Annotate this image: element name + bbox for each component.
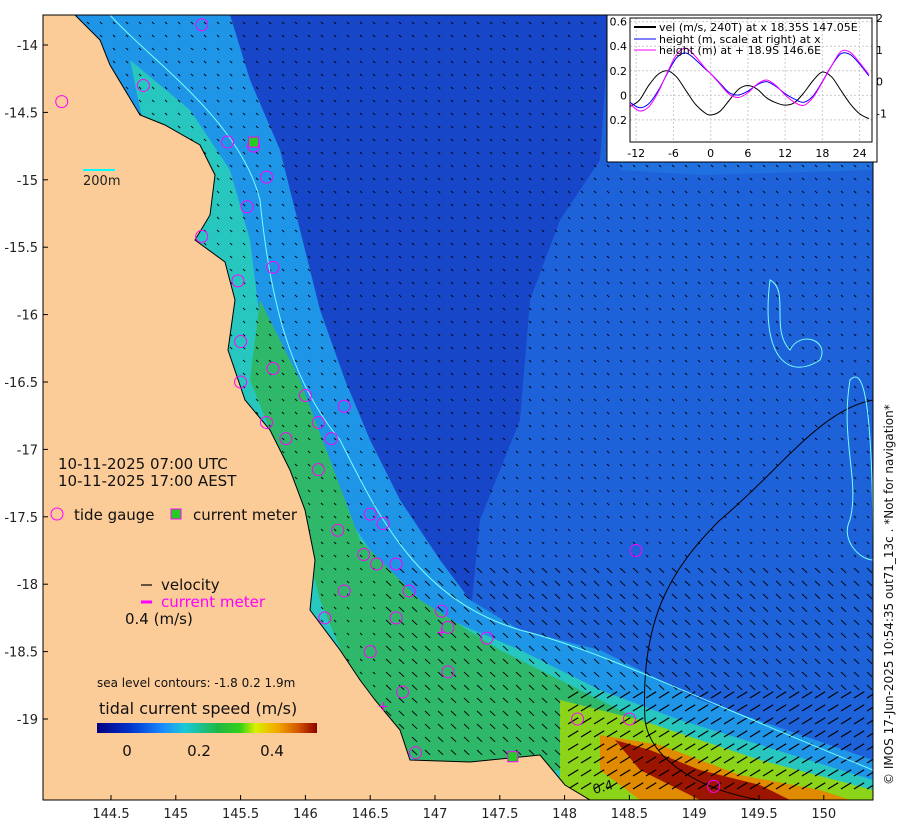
inset-x-tick-label: -6 bbox=[668, 147, 679, 160]
lat-tick-label: -17.5 bbox=[4, 511, 38, 526]
scale-label: 200m bbox=[83, 174, 120, 189]
lon-tick-label: 145 bbox=[163, 807, 188, 822]
lat-tick-label: -17 bbox=[17, 443, 38, 458]
inset-y-left-tick-label: 0.6 bbox=[610, 16, 628, 29]
inset-y-left-tick-label: 0.4 bbox=[610, 40, 628, 53]
inset-y-right-tick-label: 1 bbox=[876, 44, 883, 57]
lat-tick-label: -18.5 bbox=[4, 646, 38, 661]
lon-tick-label: 147 bbox=[423, 807, 448, 822]
lat-tick-label: -16.5 bbox=[4, 376, 38, 391]
location-marker: + bbox=[436, 625, 447, 640]
inset-timeseries-chart: -12 -6 0 6 12 18 240.60.40.200.2210-1 vel (m/s… bbox=[606, 12, 887, 163]
velocity-legend-label: velocity bbox=[161, 576, 220, 594]
lon-tick-label: 145.5 bbox=[222, 807, 259, 822]
inset-x-tick-label: 18 bbox=[815, 147, 829, 160]
lon-tick-label: 144.5 bbox=[92, 807, 129, 822]
tidal-current-map-figure: + + 144.5 145 145.5 146 146.5 147 147.5 148 148.5… bbox=[0, 0, 900, 834]
lon-tick-label: 148.5 bbox=[611, 807, 648, 822]
lon-tick-label: 146 bbox=[293, 807, 318, 822]
inset-y-right-tick-label: -1 bbox=[876, 107, 887, 120]
inset-y-left-tick-label: 0.2 bbox=[610, 65, 628, 78]
current-meter-legend-icon bbox=[170, 508, 182, 520]
lon-tick-label: 146.5 bbox=[352, 807, 389, 822]
time-utc: 10-11-2025 07:00 UTC bbox=[58, 455, 228, 473]
colorbar-tick: 0.2 bbox=[187, 742, 211, 760]
location-marker: + bbox=[378, 700, 389, 715]
inset-y-left-tick-label: 0.2 bbox=[610, 114, 628, 127]
inset-y-right-tick-label: 0 bbox=[876, 76, 883, 89]
velocity-scale-label: 0.4 (m/s) bbox=[125, 610, 193, 628]
lat-tick-label: -14 bbox=[17, 39, 38, 54]
lat-tick-label: -15 bbox=[17, 174, 38, 189]
inset-y-left-tick-label: 0 bbox=[620, 89, 627, 102]
lat-tick-label: -19 bbox=[17, 713, 38, 728]
current-meter-marker[interactable] bbox=[507, 751, 519, 763]
inset-x-tick-label: 24 bbox=[853, 147, 867, 160]
inset-x-tick-label: 6 bbox=[744, 147, 751, 160]
current-meter-marker[interactable] bbox=[248, 136, 260, 148]
inset-x-tick-label: 0 bbox=[707, 147, 714, 160]
lon-tick-label: 148 bbox=[552, 807, 577, 822]
colorbar bbox=[97, 723, 317, 733]
legend-label-height-plus: height (m) at + 18.9S 146.6E bbox=[659, 44, 821, 57]
current-meter-legend-label: current meter bbox=[193, 506, 298, 524]
lon-tick-label: 149.5 bbox=[740, 807, 777, 822]
credit-text: © IMOS 17-Jun-2025 10:54:35 out71_13c . … bbox=[882, 404, 896, 785]
lat-tick-label: -14.5 bbox=[4, 106, 38, 121]
colorbar-tick: 0.4 bbox=[260, 742, 284, 760]
lon-tick-label: 149 bbox=[682, 807, 707, 822]
lon-tick-label: 147.5 bbox=[481, 807, 518, 822]
current-meter-arrow-label: current meter bbox=[161, 593, 266, 611]
time-local: 10-11-2025 17:00 AEST bbox=[58, 472, 237, 490]
inset-x-tick-label: 12 bbox=[778, 147, 792, 160]
latitude-axis: -14 -14.5 -15 -15.5 -16 -16.5 -17 -17.5 -18 -18.5… bbox=[4, 39, 48, 728]
lat-tick-label: -15.5 bbox=[4, 241, 38, 256]
inset-y-right-tick-label: 2 bbox=[876, 12, 883, 25]
tide-gauge-legend-label: tide gauge bbox=[74, 506, 155, 524]
lat-tick-label: -16 bbox=[17, 309, 38, 324]
colorbar-tick: 0 bbox=[122, 742, 132, 760]
lat-tick-label: -18 bbox=[17, 578, 38, 593]
colorbar-title: tidal current speed (m/s) bbox=[99, 699, 297, 718]
map-canvas: + + 144.5 145 145.5 146 146.5 147 147.5 148 148.5… bbox=[4, 12, 896, 822]
lon-tick-label: 150 bbox=[811, 807, 836, 822]
inset-x-tick-label: -12 bbox=[627, 147, 645, 160]
contour-note: sea level contours: -1.8 0.2 1.9m bbox=[97, 676, 295, 690]
